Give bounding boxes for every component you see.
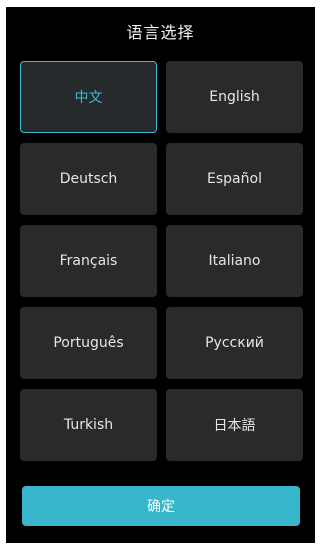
language-label: Italiano <box>208 253 261 269</box>
language-label: Português <box>53 335 124 351</box>
language-option-turkish[interactable]: Turkish <box>20 389 157 461</box>
language-option-chinese[interactable]: 中文 <box>20 61 157 133</box>
language-label: Turkish <box>63 417 114 433</box>
language-option-english[interactable]: English <box>166 61 303 133</box>
language-option-spanish[interactable]: Español <box>166 143 303 215</box>
language-option-japanese[interactable]: 日本語 <box>166 389 303 461</box>
page-title: 语言选择 <box>126 23 195 42</box>
confirm-label: 确定 <box>147 499 175 515</box>
language-label: English <box>209 89 260 105</box>
language-label: Français <box>59 253 118 269</box>
language-label: 日本語 <box>213 418 256 434</box>
language-label: 中文 <box>74 90 103 106</box>
language-label: Русский <box>205 335 264 351</box>
language-option-french[interactable]: Français <box>20 225 157 297</box>
confirm-button[interactable]: 确定 <box>22 486 300 526</box>
language-selection-screen: 语言选择 中文 English Deutsch Español Français… <box>6 7 315 543</box>
language-option-portuguese[interactable]: Português <box>20 307 157 379</box>
language-label: Deutsch <box>59 171 118 187</box>
language-option-italian[interactable]: Italiano <box>166 225 303 297</box>
language-grid: 中文 English Deutsch Español Français Ital… <box>20 61 303 461</box>
language-option-russian[interactable]: Русский <box>166 307 303 379</box>
language-label: Español <box>207 171 262 187</box>
language-option-german[interactable]: Deutsch <box>20 143 157 215</box>
